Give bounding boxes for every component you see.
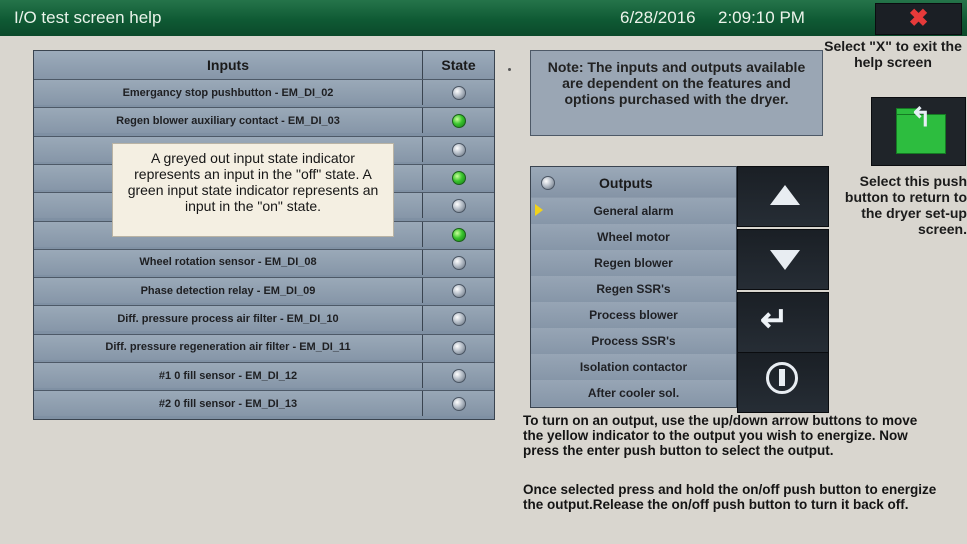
input-state-cell <box>423 80 494 105</box>
input-label: Regen blower auxiliary contact - EM_DI_0… <box>34 108 423 134</box>
output-item[interactable]: Process blower <box>531 302 736 328</box>
input-state-cell <box>423 306 494 332</box>
input-state-cell <box>423 249 494 275</box>
input-label: Diff. pressure regeneration air filter -… <box>34 334 423 360</box>
input-state-cell <box>423 334 494 360</box>
exit-help-text: Select "X" to exit the help screen <box>824 38 962 70</box>
state-off-led-icon <box>452 142 466 157</box>
time-display: 2:09:10 PM <box>718 8 805 27</box>
output-label: Wheel motor <box>597 230 670 244</box>
state-on-led-icon <box>452 170 466 185</box>
enter-icon: ↵ <box>760 301 789 339</box>
input-row: Regen blower auxiliary contact - EM_DI_0… <box>34 107 494 134</box>
input-label: #1 0 fill sensor - EM_DI_12 <box>34 363 423 388</box>
outputs-list: Outputs General alarm Wheel motor Regen bl… <box>530 166 737 408</box>
state-off-led-icon <box>452 255 466 270</box>
input-label: Wheel rotation sensor - EM_DI_08 <box>34 249 423 275</box>
instructions-paragraph-1: To turn on an output, use the up/down ar… <box>523 413 918 458</box>
io-test-help-screen: I/O test screen help 6/28/2016 2:09:10 P… <box>0 0 967 544</box>
selection-indicator-icon <box>535 204 543 216</box>
inputs-header: Inputs <box>34 51 423 79</box>
up-arrow-icon <box>770 185 800 205</box>
state-off-led-icon <box>452 284 466 299</box>
return-button[interactable]: ↰ <box>871 97 966 166</box>
input-state-cell <box>423 221 494 247</box>
down-button[interactable] <box>737 229 829 290</box>
stray-dot <box>508 68 511 71</box>
output-label: Process SSR's <box>591 334 676 348</box>
outputs-title: Outputs <box>599 175 653 191</box>
note-box: Note: The inputs and outputs available a… <box>530 50 823 136</box>
return-help-text: Select this push button to return to the… <box>844 173 967 237</box>
state-off-led-icon <box>452 312 466 327</box>
input-row: Diff. pressure regeneration air filter -… <box>34 333 494 360</box>
input-label: Emergancy stop pushbutton - EM_DI_02 <box>34 80 423 105</box>
input-state-cell <box>423 363 494 388</box>
output-label: Regen SSR's <box>596 282 671 296</box>
outputs-header: Outputs <box>531 167 736 197</box>
input-row: Wheel rotation sensor - EM_DI_08 <box>34 248 494 275</box>
output-item[interactable]: Regen SSR's <box>531 276 736 302</box>
output-label: Process blower <box>589 308 678 322</box>
state-off-led-icon <box>452 369 466 383</box>
output-label: Regen blower <box>594 256 673 270</box>
output-item[interactable]: After cooler sol. <box>531 380 736 406</box>
state-off-led-icon <box>452 397 466 412</box>
output-item[interactable]: Process SSR's <box>531 328 736 354</box>
state-off-led-icon <box>452 340 466 355</box>
input-row: #2 0 fill sensor - EM_DI_13 <box>34 390 494 417</box>
power-icon <box>766 362 798 394</box>
date-display: 6/28/2016 <box>620 8 696 27</box>
state-off-led-icon <box>452 86 466 100</box>
window-title: I/O test screen help <box>14 8 162 27</box>
title-bar: I/O test screen help 6/28/2016 2:09:10 P… <box>0 0 967 36</box>
state-header: State <box>423 51 494 79</box>
output-item[interactable]: Wheel motor <box>531 224 736 250</box>
input-row: Phase detection relay - EM_DI_09 <box>34 277 494 304</box>
enter-button[interactable]: ↵ <box>737 292 829 353</box>
down-arrow-icon <box>770 250 800 270</box>
input-label: #2 0 fill sensor - EM_DI_13 <box>34 391 423 417</box>
input-state-cell <box>423 136 494 162</box>
close-button[interactable]: ✖ <box>875 3 962 35</box>
output-item[interactable]: Regen blower <box>531 250 736 276</box>
power-button[interactable] <box>737 352 829 413</box>
output-item[interactable]: General alarm <box>531 198 736 224</box>
input-row: Emergancy stop pushbutton - EM_DI_02 <box>34 79 494 105</box>
up-button[interactable] <box>737 166 829 227</box>
input-row: Diff. pressure process air filter - EM_D… <box>34 305 494 332</box>
close-icon: ✖ <box>908 5 929 32</box>
input-row: #1 0 fill sensor - EM_DI_12 <box>34 362 494 388</box>
input-label: Diff. pressure process air filter - EM_D… <box>34 306 423 332</box>
state-on-led-icon <box>452 114 466 129</box>
input-state-cell <box>423 391 494 417</box>
return-arrow-icon: ↰ <box>910 102 932 132</box>
output-item[interactable]: Isolation contactor <box>531 354 736 380</box>
state-off-led-icon <box>452 199 466 214</box>
outputs-led-icon <box>541 176 555 190</box>
input-state-cell <box>423 108 494 134</box>
state-indicator-tooltip: A greyed out input state indicator repre… <box>112 143 394 237</box>
output-label: After cooler sol. <box>587 386 680 400</box>
instructions-paragraph-2: Once selected press and hold the on/off … <box>523 482 937 512</box>
input-state-cell <box>423 164 494 190</box>
output-label: Isolation contactor <box>579 360 688 374</box>
input-state-cell <box>423 278 494 304</box>
state-on-led-icon <box>452 227 466 242</box>
output-label: General alarm <box>593 204 674 218</box>
input-state-cell <box>423 193 494 219</box>
input-label: Phase detection relay - EM_DI_09 <box>34 278 423 304</box>
